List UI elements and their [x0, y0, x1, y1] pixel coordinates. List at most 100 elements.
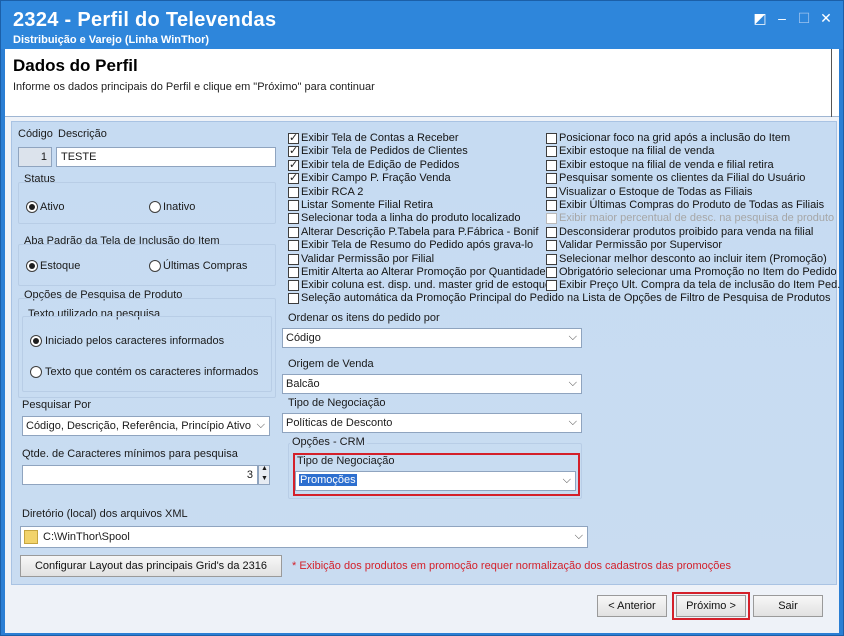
col2-checkbox-7[interactable]	[546, 226, 557, 238]
qtde-caracteres-field[interactable]: 3	[22, 465, 258, 485]
minimize-button[interactable]: –	[773, 9, 791, 27]
col2-checkbox-11[interactable]	[546, 280, 557, 292]
footer-bar: < Anterior Próximo > Sair	[5, 587, 839, 633]
col1-checkbox-4[interactable]	[288, 186, 299, 198]
col2-checkbox-8[interactable]	[546, 240, 557, 252]
maximize-button[interactable]: ☐	[795, 9, 813, 27]
col2-checkbox-label: Visualizar o Estoque de Todas as Filiais	[559, 185, 753, 198]
col1-checkbox-label: Exibir Tela de Contas a Receber	[301, 132, 459, 144]
crm-group-label: Opções - CRM	[290, 436, 367, 448]
configurar-layout-button[interactable]: Configurar Layout das principais Grid's …	[20, 555, 282, 577]
col2-checkbox-6	[546, 213, 557, 225]
col1-checkbox-8[interactable]	[288, 240, 299, 252]
ordenar-select[interactable]: Código ⌵	[282, 328, 582, 348]
col1-checkbox-label: Selecionar toda a linha do produto local…	[301, 212, 521, 225]
form-panel: Código Descrição 1 TESTE Status Ativo In…	[11, 121, 841, 585]
restore-icon[interactable]: ◩	[751, 9, 769, 27]
col1-checkbox-label: Listar Somente Filial Retira	[301, 199, 434, 211]
ordenar-value: Código	[286, 332, 321, 344]
col1-checkbox-5[interactable]	[288, 200, 299, 211]
tipo-negociacao-select[interactable]: Políticas de Desconto ⌵	[282, 413, 582, 433]
col2-checkbox-9[interactable]	[546, 253, 557, 265]
aba-ultimas-compras-label: Últimas Compras	[163, 260, 248, 272]
col1-checkbox-6[interactable]	[288, 213, 299, 225]
contem-radio[interactable]	[30, 366, 42, 378]
col1-checkbox-label: Exibir Campo P. Fração Venda	[301, 172, 451, 185]
status-inativo-label: Inativo	[163, 201, 196, 213]
codigo-label: Código	[18, 128, 53, 140]
col1-checkbox-label: Exibir RCA 2	[301, 185, 364, 198]
diretorio-field[interactable]: C:\WinThor\Spool ⌵	[20, 526, 588, 548]
iniciado-radio[interactable]	[30, 335, 42, 347]
col2-checkbox-label: Pesquisar somente os clientes da Filial …	[559, 172, 806, 185]
status-inativo-radio[interactable]	[149, 201, 161, 213]
col1-checkbox-1[interactable]	[288, 144, 299, 158]
col2-checkbox-2[interactable]	[546, 159, 557, 171]
chevron-down-icon: ⌵	[574, 530, 583, 542]
status-ativo-radio[interactable]	[26, 201, 38, 213]
origem-value: Balcão	[286, 378, 320, 390]
col2-checkbox-label: Exibir Preço Ult. Compra da tela de incl…	[559, 279, 841, 292]
pesquisar-por-value: Código, Descrição, Referência, Princípio…	[26, 420, 251, 432]
window-subtitle: Distribuição e Varejo (Linha WinThor)	[13, 34, 210, 46]
col1-checkbox-label: Exibir coluna est. disp. und. master gri…	[301, 279, 552, 292]
col2-checkbox-4[interactable]	[546, 186, 557, 198]
anterior-button[interactable]: < Anterior	[597, 595, 667, 617]
origem-label: Origem de Venda	[288, 358, 374, 370]
contem-label: Texto que contém os caracteres informado…	[45, 366, 259, 378]
origem-select[interactable]: Balcão ⌵	[282, 374, 582, 394]
page-header: Dados do Perfil Informe os dados princip…	[5, 49, 839, 117]
selecao-automatica-checkbox[interactable]	[288, 293, 299, 304]
spin-down-icon: ▼	[261, 475, 268, 482]
col2-checkbox-label: Exibir estoque na filial de venda	[559, 145, 715, 158]
col2-checkbox-3[interactable]	[546, 173, 557, 185]
selecao-automatica-label: Seleção automática da Promoção Principal…	[301, 292, 831, 304]
col2-checkbox-label: Exibir maior percentual de desc. na pesq…	[559, 212, 835, 225]
qtde-caracteres-value: 3	[246, 469, 253, 481]
proximo-highlight-frame	[672, 592, 750, 620]
sair-button[interactable]: Sair	[753, 595, 823, 617]
col2-checkbox-label: Validar Permissão por Supervisor	[559, 239, 723, 252]
col1-checkbox-0[interactable]	[288, 131, 299, 144]
col2-checkbox-10[interactable]	[546, 267, 557, 278]
descricao-value: TESTE	[61, 151, 97, 163]
title-bar: 2324 - Perfil do Televendas Distribuição…	[1, 1, 843, 49]
pesquisar-por-select[interactable]: Código, Descrição, Referência, Princípio…	[22, 416, 270, 436]
col1-checkbox-label: Alterar Descrição P.Tabela para P.Fábric…	[301, 225, 539, 238]
col1-checkbox-label: Emitir Alterta ao Alterar Promoção por Q…	[301, 266, 546, 278]
iniciado-label: Iniciado pelos caracteres informados	[45, 335, 225, 347]
codigo-value: 1	[40, 151, 47, 163]
chevron-down-icon: ⌵	[568, 416, 577, 428]
col1-checkbox-9[interactable]	[288, 253, 299, 265]
col1-checkbox-10[interactable]	[288, 267, 299, 278]
col1-checkbox-11[interactable]	[288, 280, 299, 292]
descricao-field[interactable]: TESTE	[56, 147, 276, 167]
col2-checkbox-label: Posicionar foco na grid após a inclusão …	[559, 132, 791, 144]
col2-checkbox-label: Selecionar melhor desconto ao incluir it…	[559, 252, 827, 265]
tipo-negociacao-value: Políticas de Desconto	[286, 417, 393, 429]
pesquisar-por-label: Pesquisar Por	[22, 399, 92, 411]
col2-checkbox-1[interactable]	[546, 146, 557, 158]
client-area: Dados do Perfil Informe os dados princip…	[5, 49, 841, 633]
col1-checkbox-2[interactable]	[288, 158, 299, 171]
col2-checkbox-0[interactable]	[546, 133, 557, 144]
highlight-frame	[293, 453, 580, 496]
col1-checkbox-3[interactable]	[288, 171, 299, 185]
tipo-negociacao-label: Tipo de Negociação	[288, 397, 386, 409]
codigo-field[interactable]: 1	[18, 147, 52, 167]
col2-checkbox-label: Exibir Últimas Compras do Produto de Tod…	[559, 199, 825, 211]
app-window: 2324 - Perfil do Televendas Distribuição…	[0, 0, 844, 636]
qtde-spin-button[interactable]: ▲ ▼	[258, 465, 270, 485]
col2-checkbox-5[interactable]	[546, 200, 557, 211]
status-ativo-label: Ativo	[40, 201, 65, 213]
col1-checkbox-label: Exibir tela de Edição de Pedidos	[301, 158, 460, 171]
aba-ultimas-compras-radio[interactable]	[149, 260, 161, 272]
window-title: 2324 - Perfil do Televendas	[13, 9, 277, 31]
close-button[interactable]: ✕	[817, 9, 835, 27]
qtde-caracteres-label: Qtde. de Caracteres mínimos para pesquis…	[22, 448, 238, 460]
col1-checkbox-7[interactable]	[288, 226, 299, 238]
aba-estoque-radio[interactable]	[26, 260, 38, 272]
diretorio-label: Diretório (local) dos arquivos XML	[22, 508, 188, 520]
col2-checkbox-label: Exibir estoque na filial de venda e fili…	[559, 158, 774, 171]
header-divider	[831, 49, 832, 117]
